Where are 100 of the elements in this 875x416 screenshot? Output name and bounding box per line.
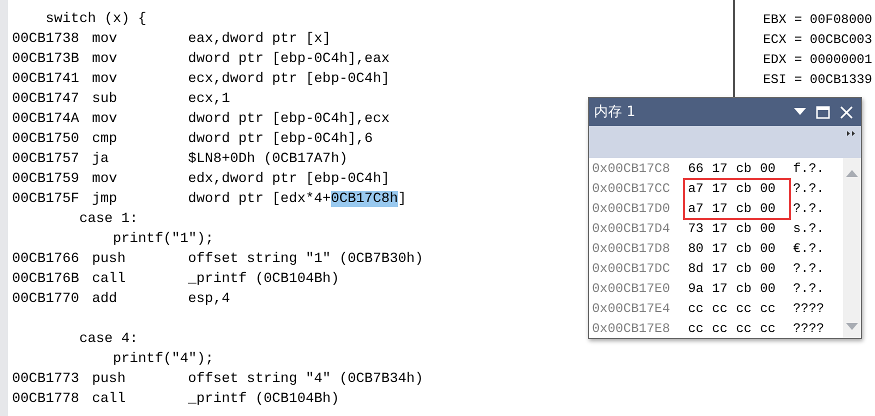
byte-value: cb bbox=[736, 160, 753, 178]
instruction-operands: offset string ″4″ (0CB7B34h) bbox=[188, 370, 424, 389]
byte-value: 00 bbox=[760, 160, 777, 178]
instruction-mnemonic: sub bbox=[92, 90, 118, 109]
memory-address: 0x00CB17DC bbox=[592, 260, 672, 278]
instruction-mnemonic: push bbox=[92, 370, 127, 389]
memory-address: 0x00CB17D8 bbox=[592, 240, 672, 258]
instruction-address: 00CB1766 bbox=[11, 250, 80, 269]
instruction-operands: ecx,dword ptr [ebp-0C4h] bbox=[188, 70, 390, 89]
ascii-text: ?.?. bbox=[792, 180, 824, 198]
byte-value: 73 bbox=[688, 220, 705, 238]
memory-address: 0x00CB17E0 bbox=[592, 280, 672, 298]
instruction-operands: dword ptr [edx*4+0CB17C8h] bbox=[188, 190, 406, 209]
register-value: ESI = 00CB1339 bbox=[763, 71, 874, 89]
overflow-icon[interactable] bbox=[847, 131, 855, 136]
instruction-operands: dword ptr [ebp-0C4h],6 bbox=[188, 130, 373, 149]
ascii-text: f.?. bbox=[792, 160, 824, 178]
source-line: printf(″1″); bbox=[112, 230, 214, 249]
byte-value: 00 bbox=[760, 220, 777, 238]
instruction-address: 00CB1747 bbox=[11, 90, 80, 109]
byte-value: a7 bbox=[688, 200, 705, 218]
instruction-address: 00CB174A bbox=[11, 110, 80, 129]
ascii-text: €.?. bbox=[792, 240, 824, 258]
byte-value: 66 bbox=[688, 160, 705, 178]
instruction-operands: _printf (0CB104Bh) bbox=[188, 390, 340, 409]
instruction-operands: esp,4 bbox=[188, 290, 230, 309]
ascii-text: ?.?. bbox=[792, 280, 824, 298]
instruction-address: 00CB1750 bbox=[11, 130, 80, 149]
instruction-address: 00CB1738 bbox=[11, 30, 80, 49]
instruction-address: 00CB1778 bbox=[11, 390, 80, 409]
memory-address: 0x00CB17D4 bbox=[592, 220, 672, 238]
instruction-mnemonic: mov bbox=[92, 170, 118, 189]
instruction-mnemonic: call bbox=[92, 270, 127, 289]
byte-value: 8d bbox=[688, 260, 705, 278]
memory-address: 0x00CB17E4 bbox=[592, 300, 672, 318]
dropdown-icon[interactable] bbox=[794, 108, 806, 116]
instruction-operands: $LN8+0Dh (0CB17A7h) bbox=[188, 150, 348, 169]
memory-address: 0x00CB17CC bbox=[592, 180, 672, 198]
instruction-address: 00CB175F bbox=[11, 190, 80, 209]
instruction-operands: offset string ″1″ (0CB7B30h) bbox=[188, 250, 424, 269]
ascii-text: ???? bbox=[792, 320, 824, 338]
register-value: ECX = 00CBC003 bbox=[763, 31, 874, 49]
instruction-mnemonic: jmp bbox=[92, 190, 118, 209]
source-line: printf(″4″); bbox=[112, 350, 214, 369]
close-icon[interactable] bbox=[840, 106, 853, 118]
byte-value: 17 bbox=[712, 280, 729, 298]
memory-address: 0x00CB17E8 bbox=[592, 320, 672, 338]
byte-value: 00 bbox=[760, 260, 777, 278]
byte-value: cb bbox=[736, 180, 753, 198]
byte-value: cc bbox=[760, 300, 777, 318]
instruction-mnemonic: mov bbox=[92, 30, 118, 49]
instruction-mnemonic: call bbox=[92, 390, 127, 409]
instruction-mnemonic: push bbox=[92, 250, 127, 269]
instruction-mnemonic: cmp bbox=[92, 130, 118, 149]
register-value: EDX = 00000001 bbox=[763, 51, 874, 69]
byte-value: 00 bbox=[760, 280, 777, 298]
instruction-address: 00CB1757 bbox=[11, 150, 80, 169]
instruction-mnemonic: add bbox=[92, 290, 118, 309]
byte-value: 00 bbox=[760, 200, 777, 218]
instruction-address: 00CB1759 bbox=[11, 170, 80, 189]
instruction-mnemonic: ja bbox=[92, 150, 110, 169]
byte-value: 00 bbox=[760, 240, 777, 258]
instruction-operands: ecx,1 bbox=[188, 90, 230, 109]
instruction-operands: dword ptr [ebp-0C4h],ecx bbox=[188, 110, 390, 129]
ascii-text: ???? bbox=[792, 300, 824, 318]
window-title: 内存 1 bbox=[594, 103, 636, 121]
maximize-icon[interactable] bbox=[816, 106, 830, 118]
instruction-mnemonic: mov bbox=[92, 70, 118, 89]
byte-value: 17 bbox=[712, 240, 729, 258]
byte-value: cc bbox=[712, 320, 729, 338]
instruction-operands: edx,dword ptr [ebp-0C4h] bbox=[188, 170, 390, 189]
instruction-mnemonic: mov bbox=[92, 110, 118, 129]
byte-value: cb bbox=[736, 220, 753, 238]
instruction-operands: _printf (0CB104Bh) bbox=[188, 270, 340, 289]
byte-value: 9a bbox=[688, 280, 705, 298]
byte-value: 17 bbox=[712, 180, 729, 198]
byte-value: 17 bbox=[712, 200, 729, 218]
ascii-text: ?.?. bbox=[792, 200, 824, 218]
byte-value: 17 bbox=[712, 220, 729, 238]
byte-value: a7 bbox=[688, 180, 705, 198]
memory-address: 0x00CB17D0 bbox=[592, 200, 672, 218]
byte-value: cc bbox=[688, 300, 705, 318]
byte-value: cc bbox=[688, 320, 705, 338]
instruction-address: 00CB1741 bbox=[11, 70, 80, 89]
byte-value: 17 bbox=[712, 160, 729, 178]
instruction-mnemonic: mov bbox=[92, 50, 118, 69]
instruction-operands: eax,dword ptr [x] bbox=[188, 30, 331, 49]
source-line: case 1: bbox=[78, 210, 138, 229]
byte-value: 80 bbox=[688, 240, 705, 258]
byte-value: cc bbox=[712, 300, 729, 318]
byte-value: cc bbox=[760, 320, 777, 338]
memory-address: 0x00CB17C8 bbox=[592, 160, 672, 178]
byte-value: cb bbox=[736, 280, 753, 298]
instruction-address: 00CB173B bbox=[11, 50, 80, 69]
instruction-address: 00CB1770 bbox=[11, 290, 80, 309]
byte-value: cc bbox=[736, 320, 753, 338]
instruction-address: 00CB1773 bbox=[11, 370, 80, 389]
instruction-address: 00CB176B bbox=[11, 270, 80, 289]
instruction-operands: dword ptr [ebp-0C4h],eax bbox=[188, 50, 390, 69]
ascii-text: ?.?. bbox=[792, 260, 824, 278]
